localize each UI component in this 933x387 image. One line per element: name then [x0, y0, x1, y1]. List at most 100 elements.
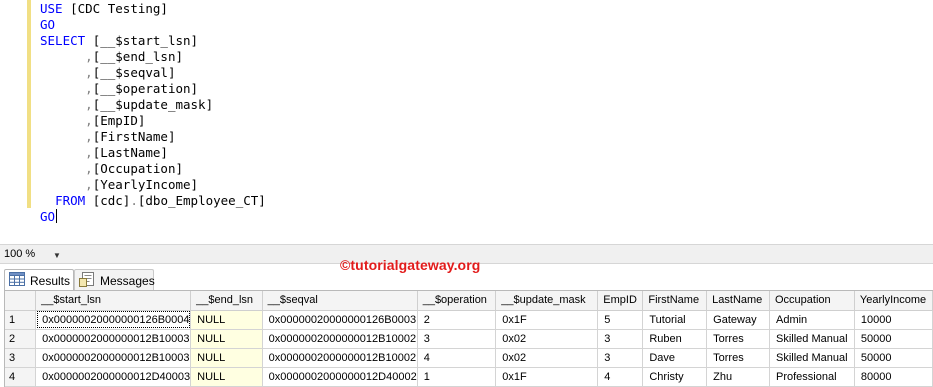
tab-results[interactable]: Results	[4, 269, 74, 291]
sql-token: [LastName]	[92, 145, 168, 160]
sql-token: [dbo_Employee_CT]	[137, 193, 266, 208]
grid-cell[interactable]: 10000	[854, 310, 933, 330]
sql-keyword: GO	[40, 17, 56, 32]
row-number[interactable]: 2	[5, 329, 37, 349]
text-caret	[56, 209, 58, 223]
row-number[interactable]: 4	[5, 367, 37, 387]
grid-cell[interactable]: Torres	[706, 329, 770, 349]
grid-cell[interactable]: 0x00000020000000126B0003	[262, 310, 418, 330]
sql-token: [EmpID]	[92, 113, 146, 128]
column-header[interactable]: FirstName	[642, 291, 708, 311]
code-line: ,[__$end_lsn]	[40, 49, 266, 65]
grid-cell[interactable]: 4	[417, 348, 497, 368]
grid-cell[interactable]: NULL	[190, 310, 263, 330]
grid-cell[interactable]: 50000	[854, 329, 933, 349]
grid-cell[interactable]: Skilled Manual	[769, 348, 855, 368]
code-line: FROM [cdc].[dbo_Employee_CT]	[40, 193, 266, 209]
code-line: USE [CDC Testing]	[40, 1, 266, 17]
grid-cell[interactable]: 0x0000002000000012B10003	[35, 348, 192, 368]
table-row[interactable]: 3 0x0000002000000012B10003 NULL 0x000000200…	[5, 348, 933, 368]
column-header[interactable]: __$seqval	[262, 291, 418, 311]
column-header[interactable]: EmpID	[597, 291, 644, 311]
grid-cell[interactable]: 0x1F	[495, 367, 599, 387]
column-header[interactable]: YearlyIncome	[854, 291, 933, 311]
chevron-down-icon[interactable]: ▼	[51, 248, 63, 263]
grid-cell[interactable]: 0x0000002000000012B10002	[262, 348, 418, 368]
grid-cell[interactable]: 80000	[854, 367, 933, 387]
results-grid[interactable]: __$start_lsn __$end_lsn __$seqval __$operat…	[4, 290, 933, 387]
sql-keyword: USE	[40, 1, 63, 16]
column-header[interactable]: Occupation	[769, 291, 855, 311]
code-line: ,[FirstName]	[40, 129, 266, 145]
grid-cell[interactable]: 0x0000002000000012D40003	[35, 367, 192, 387]
grid-cell[interactable]: Dave	[642, 348, 708, 368]
sql-token: [CDC Testing]	[70, 1, 168, 16]
grid-cell[interactable]: 0x1F	[495, 310, 599, 330]
grid-header-row: __$start_lsn __$end_lsn __$seqval __$operat…	[5, 291, 933, 311]
tab-messages[interactable]: Messages	[74, 269, 155, 291]
row-number[interactable]: 3	[5, 348, 37, 368]
code-line: ,[EmpID]	[40, 113, 266, 129]
grid-cell[interactable]: 3	[597, 329, 644, 349]
sql-token: [__$start_lsn]	[92, 33, 199, 48]
watermark-text: ©tutorialgateway.org	[340, 257, 481, 273]
code-line: SELECT [__$start_lsn]	[40, 33, 266, 49]
grid-cell[interactable]: Gateway	[706, 310, 770, 330]
grid-corner-cell[interactable]	[5, 291, 37, 311]
column-header[interactable]: __$end_lsn	[190, 291, 263, 311]
table-row[interactable]: 4 0x0000002000000012D40003 NULL 0x000000200…	[5, 367, 933, 387]
grid-cell[interactable]: Torres	[706, 348, 770, 368]
query-editor[interactable]: USE [CDC Testing] GO SELECT [__$start_lsn]…	[0, 0, 933, 244]
column-header[interactable]: __$update_mask	[495, 291, 599, 311]
sql-token: [__$operation]	[92, 81, 199, 96]
grid-cell[interactable]: 50000	[854, 348, 933, 368]
grid-cell[interactable]: 1	[417, 367, 497, 387]
grid-cell[interactable]: 5	[597, 310, 644, 330]
grid-cell[interactable]: 0x0000002000000012B10003	[35, 329, 192, 349]
grid-cell[interactable]: NULL	[190, 329, 263, 349]
grid-cell[interactable]: Ruben	[642, 329, 708, 349]
column-header[interactable]: LastName	[706, 291, 770, 311]
code-line: ,[Occupation]	[40, 161, 266, 177]
sql-punctuation: ,	[85, 97, 93, 112]
sql-punctuation: ,	[85, 49, 93, 64]
grid-icon	[9, 272, 25, 289]
grid-cell[interactable]: Zhu	[706, 367, 770, 387]
row-number[interactable]: 1	[5, 310, 37, 330]
messages-icon	[79, 271, 95, 290]
zoom-dropdown[interactable]: 100 % ▼	[3, 247, 61, 262]
grid-cell[interactable]: Professional	[769, 367, 855, 387]
table-row[interactable]: 2 0x0000002000000012B10003 NULL 0x000000200…	[5, 329, 933, 349]
grid-cell[interactable]: Tutorial	[642, 310, 708, 330]
grid-cell[interactable]: NULL	[190, 348, 263, 368]
sql-code[interactable]: USE [CDC Testing] GO SELECT [__$start_lsn]…	[40, 1, 266, 225]
grid-cell[interactable]: Skilled Manual	[769, 329, 855, 349]
grid-cell[interactable]: 0x00000020000000126B0004	[35, 310, 192, 330]
sql-token: [cdc]	[92, 193, 131, 208]
sql-punctuation: ,	[85, 65, 93, 80]
grid-cell[interactable]: 0x0000002000000012D40002	[262, 367, 418, 387]
column-header[interactable]: __$start_lsn	[35, 291, 192, 311]
grid-cell[interactable]: 3	[417, 329, 497, 349]
grid-cell[interactable]: Christy	[642, 367, 708, 387]
grid-cell[interactable]: Admin	[769, 310, 855, 330]
grid-cell[interactable]: 0x02	[495, 329, 599, 349]
grid-cell[interactable]: 4	[597, 367, 644, 387]
grid-cell[interactable]: 0x0000002000000012B10002	[262, 329, 418, 349]
grid-cell[interactable]: 3	[597, 348, 644, 368]
grid-cell[interactable]: NULL	[190, 367, 263, 387]
tab-results-label: Results	[30, 273, 71, 288]
grid-cell[interactable]: 0x02	[495, 348, 599, 368]
column-header[interactable]: __$operation	[417, 291, 497, 311]
table-row[interactable]: 1 0x00000020000000126B0004 NULL 0x000000200…	[5, 310, 933, 330]
grid-cell[interactable]: 2	[417, 310, 497, 330]
sql-keyword: SELECT	[40, 33, 86, 48]
